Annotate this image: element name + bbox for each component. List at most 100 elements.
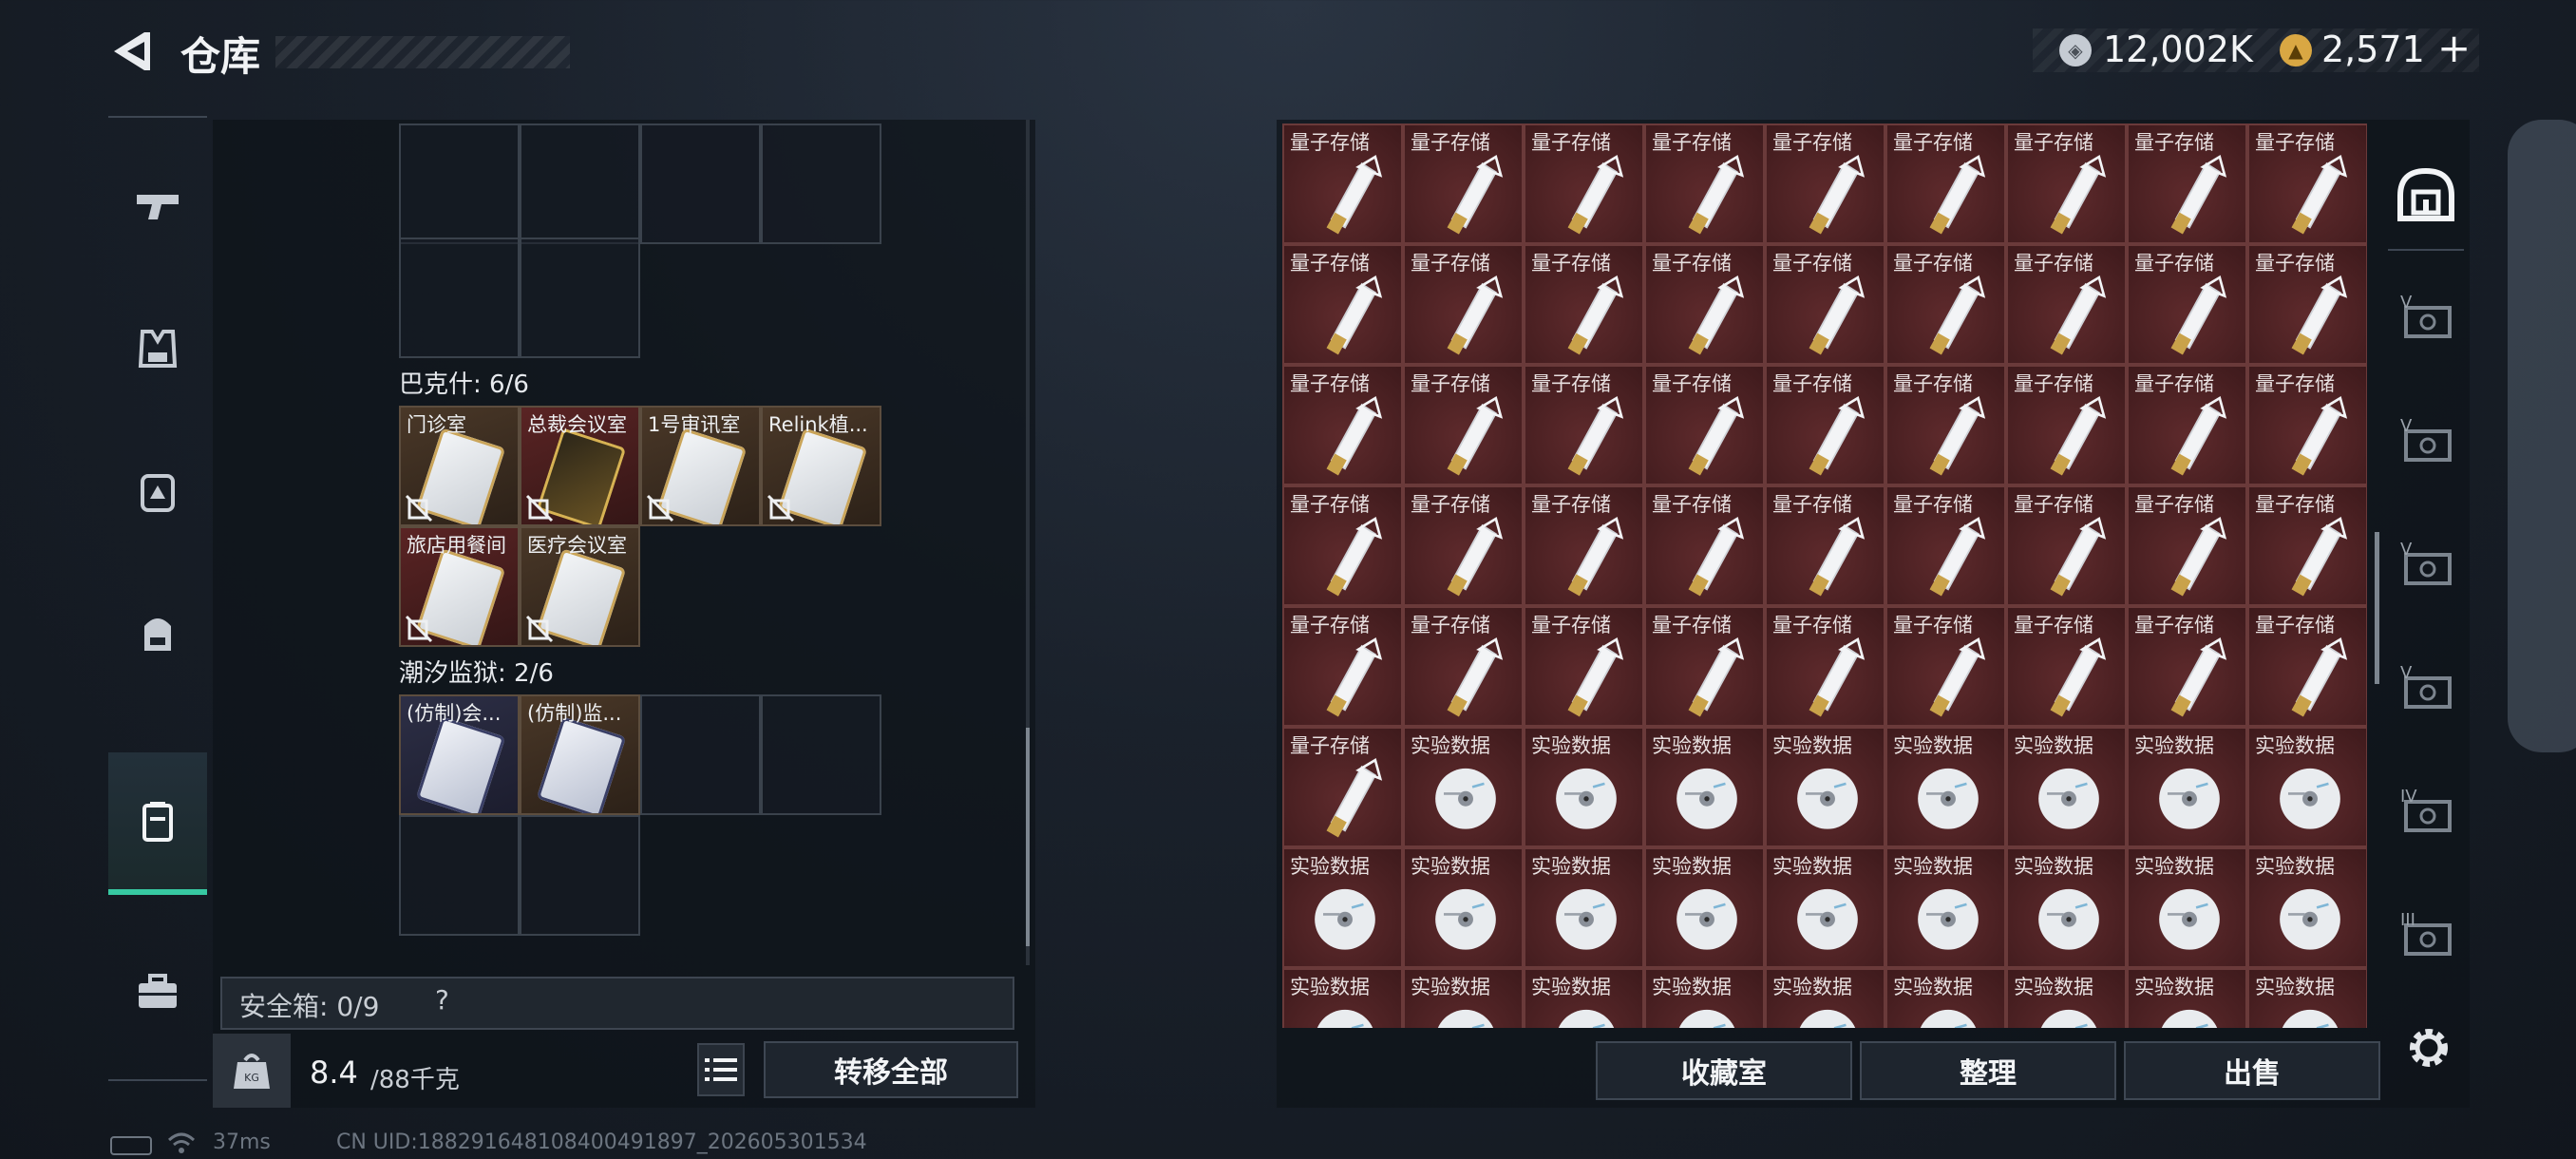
sidebar-item-toolbox[interactable] (108, 922, 207, 1064)
quantum-storage-item[interactable]: 量子存储 (1524, 244, 1644, 365)
add-currency-button[interactable]: + (2437, 25, 2471, 71)
storage-scrollbar-thumb[interactable] (2375, 532, 2379, 684)
experiment-data-item[interactable]: 实验数据 (1403, 968, 1524, 1028)
sidebar-item-backpack[interactable] (108, 562, 207, 705)
quantum-storage-item[interactable]: 量子存储 (1885, 485, 2006, 606)
key-card-item[interactable]: Relink植... (761, 406, 881, 526)
experiment-data-item[interactable]: 实验数据 (2247, 968, 2367, 1028)
tab-home[interactable] (2388, 142, 2464, 247)
quantum-storage-item[interactable]: 量子存储 (1403, 124, 1524, 244)
experiment-data-item[interactable]: 实验数据 (1765, 727, 1885, 847)
experiment-data-item[interactable]: 实验数据 (1885, 847, 2006, 968)
quantum-storage-item[interactable]: 量子存储 (1765, 606, 1885, 727)
tidy-button[interactable]: 整理 (1860, 1041, 2116, 1100)
quantum-storage-item[interactable]: 量子存储 (1885, 244, 2006, 365)
quantum-storage-item[interactable]: 量子存储 (1765, 124, 1885, 244)
experiment-data-item[interactable]: 实验数据 (1644, 968, 1765, 1028)
quantum-storage-item[interactable]: 量子存储 (1644, 244, 1765, 365)
quantum-storage-item[interactable]: 量子存储 (1524, 365, 1644, 485)
experiment-data-item[interactable]: 实验数据 (1644, 847, 1765, 968)
help-icon[interactable]: ? (435, 984, 449, 1016)
quantum-storage-item[interactable]: 量子存储 (2127, 244, 2247, 365)
quantum-storage-item[interactable]: 量子存储 (2247, 606, 2367, 727)
experiment-data-item[interactable]: 实验数据 (1524, 727, 1644, 847)
experiment-data-item[interactable]: 实验数据 (2247, 727, 2367, 847)
experiment-data-item[interactable]: 实验数据 (2127, 968, 2247, 1028)
empty-slot[interactable] (520, 815, 640, 936)
quantum-storage-item[interactable]: 量子存储 (1644, 606, 1765, 727)
experiment-data-item[interactable]: 实验数据 (2247, 847, 2367, 968)
key-card-item[interactable]: 门诊室 (399, 406, 520, 526)
key-card-item[interactable]: (仿制)监... (520, 694, 640, 815)
quantum-storage-item[interactable]: 量子存储 (1282, 124, 1403, 244)
experiment-data-item[interactable]: 实验数据 (2006, 968, 2127, 1028)
empty-slot[interactable] (520, 238, 640, 358)
quantum-storage-item[interactable]: 量子存储 (1524, 124, 1644, 244)
empty-slot[interactable] (761, 694, 881, 815)
empty-slot[interactable] (399, 238, 520, 358)
empty-slot[interactable] (520, 124, 640, 244)
experiment-data-item[interactable]: 实验数据 (2006, 847, 2127, 968)
quantum-storage-item[interactable]: 量子存储 (1403, 606, 1524, 727)
quantum-storage-item[interactable]: 量子存储 (1644, 365, 1765, 485)
quantum-storage-item[interactable]: 量子存储 (1282, 365, 1403, 485)
quantum-storage-item[interactable]: 量子存储 (2247, 244, 2367, 365)
quantum-storage-item[interactable]: 量子存储 (1885, 365, 2006, 485)
quantum-storage-item[interactable]: 量子存储 (1403, 244, 1524, 365)
quantum-storage-item[interactable]: 量子存储 (1403, 485, 1524, 606)
quantum-storage-item[interactable]: 量子存储 (1282, 727, 1403, 847)
quantum-storage-item[interactable]: 量子存储 (1765, 485, 1885, 606)
experiment-data-item[interactable]: 实验数据 (2127, 727, 2247, 847)
quantum-storage-item[interactable]: 量子存储 (2006, 485, 2127, 606)
experiment-data-item[interactable]: 实验数据 (1403, 727, 1524, 847)
quantum-storage-item[interactable]: 量子存储 (1524, 606, 1644, 727)
quantum-storage-item[interactable]: 量子存储 (2006, 606, 2127, 727)
left-scrollbar-thumb[interactable] (1026, 728, 1030, 946)
tab-case-2[interactable]: V (2388, 390, 2464, 494)
key-card-item[interactable]: 医疗会议室 (520, 526, 640, 647)
quantum-storage-item[interactable]: 量子存储 (1282, 606, 1403, 727)
experiment-data-item[interactable]: 实验数据 (1403, 847, 1524, 968)
sell-button[interactable]: 出售 (2124, 1041, 2380, 1100)
quantum-storage-item[interactable]: 量子存储 (1885, 124, 2006, 244)
sidebar-item-weapon[interactable] (108, 135, 207, 277)
experiment-data-item[interactable]: 实验数据 (1282, 847, 1403, 968)
key-card-item[interactable]: 旅店用餐间 (399, 526, 520, 647)
experiment-data-item[interactable]: 实验数据 (1282, 968, 1403, 1028)
tab-case-6[interactable]: III (2388, 884, 2464, 988)
quantum-storage-item[interactable]: 量子存储 (1765, 244, 1885, 365)
quantum-storage-item[interactable]: 量子存储 (1885, 606, 2006, 727)
quantum-storage-item[interactable]: 量子存储 (1282, 485, 1403, 606)
sidebar-item-armor[interactable] (108, 277, 207, 420)
list-view-button[interactable] (697, 1043, 745, 1096)
key-card-item[interactable]: (仿制)会... (399, 694, 520, 815)
side-drawer-tab[interactable] (2508, 120, 2576, 752)
back-button[interactable] (106, 27, 156, 76)
quantum-storage-item[interactable]: 量子存储 (2127, 606, 2247, 727)
empty-slot[interactable] (399, 815, 520, 936)
tab-case-4[interactable]: V (2388, 636, 2464, 741)
tab-case-5[interactable]: IV (2388, 760, 2464, 864)
collection-room-button[interactable]: 收藏室 (1596, 1041, 1852, 1100)
key-card-item[interactable]: 1号审讯室 (640, 406, 761, 526)
experiment-data-item[interactable]: 实验数据 (2127, 847, 2247, 968)
quantum-storage-item[interactable]: 量子存储 (2006, 244, 2127, 365)
quantum-storage-item[interactable]: 量子存储 (2247, 485, 2367, 606)
settings-button[interactable] (2403, 1022, 2454, 1074)
quantum-storage-item[interactable]: 量子存储 (2127, 365, 2247, 485)
experiment-data-item[interactable]: 实验数据 (1524, 968, 1644, 1028)
quantum-storage-item[interactable]: 量子存储 (2247, 124, 2367, 244)
empty-slot[interactable] (399, 124, 520, 244)
quantum-storage-item[interactable]: 量子存储 (2247, 365, 2367, 485)
experiment-data-item[interactable]: 实验数据 (1644, 727, 1765, 847)
quantum-storage-item[interactable]: 量子存储 (1765, 365, 1885, 485)
empty-slot[interactable] (640, 124, 761, 244)
experiment-data-item[interactable]: 实验数据 (2006, 727, 2127, 847)
quantum-storage-item[interactable]: 量子存储 (1644, 485, 1765, 606)
quantum-storage-item[interactable]: 量子存储 (1524, 485, 1644, 606)
quantum-storage-item[interactable]: 量子存储 (2006, 124, 2127, 244)
quantum-storage-item[interactable]: 量子存储 (2127, 124, 2247, 244)
sidebar-item-chest-rig[interactable] (108, 420, 207, 562)
empty-slot[interactable] (640, 694, 761, 815)
quantum-storage-item[interactable]: 量子存储 (2006, 365, 2127, 485)
